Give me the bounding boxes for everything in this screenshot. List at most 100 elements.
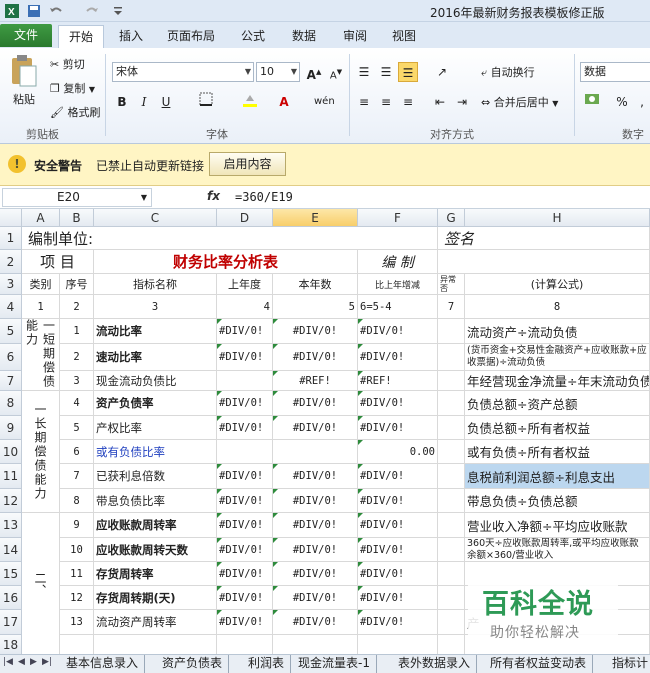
cell-change[interactable]: #DIV/0! xyxy=(358,586,438,610)
font-name-combo[interactable]: 宋体 ▼ xyxy=(112,62,254,82)
cell-indicator-name[interactable]: 流动比率 xyxy=(94,319,217,344)
cell-change[interactable]: #DIV/0! xyxy=(358,489,438,513)
cell-change[interactable]: #DIV/0! xyxy=(358,416,438,440)
sheet-tab[interactable]: 所有者权益变动表 xyxy=(484,655,594,673)
cell-prior-year[interactable]: #DIV/0! xyxy=(217,586,273,610)
borders-icon[interactable] xyxy=(196,92,216,112)
row-header-9[interactable]: 9 xyxy=(0,416,22,440)
cell-seq[interactable]: 13 xyxy=(60,610,94,635)
row-header-14[interactable]: 14 xyxy=(0,538,22,562)
cell-current-year[interactable] xyxy=(273,635,358,654)
row-header-6[interactable]: 6 xyxy=(0,344,22,371)
cell-a2[interactable]: 项 目 xyxy=(22,250,94,274)
category-operating[interactable]: 二、 xyxy=(22,513,60,654)
comma-style-icon[interactable]: , xyxy=(632,92,650,112)
cell-change[interactable]: 0.00 xyxy=(358,440,438,464)
cell-change[interactable]: #DIV/0! xyxy=(358,391,438,416)
row-header-12[interactable]: 12 xyxy=(0,489,22,513)
column-header-e[interactable]: E xyxy=(273,209,358,227)
cell-seq[interactable]: 11 xyxy=(60,562,94,586)
cell-seq[interactable] xyxy=(60,635,94,654)
cell-current-year[interactable]: #DIV/0! xyxy=(273,538,358,562)
cell-abnormal[interactable] xyxy=(438,538,465,562)
cell-formula-text[interactable]: 带息负债÷负债总额 xyxy=(465,489,650,513)
save-icon[interactable] xyxy=(26,3,42,19)
cell-indicator-name[interactable]: 存货周转期(天) xyxy=(94,586,217,610)
cell-change[interactable]: #DIV/0! xyxy=(358,562,438,586)
cell-seq[interactable]: 8 xyxy=(60,489,94,513)
cell-f2[interactable]: 编 制 xyxy=(358,250,438,274)
copy-button[interactable]: ❐ 复制 ▼ xyxy=(50,80,95,96)
tab-home[interactable]: 开始 xyxy=(58,25,104,48)
cell-current-year[interactable]: #DIV/0! xyxy=(273,489,358,513)
percent-style-icon[interactable]: % xyxy=(612,92,632,112)
tab-data[interactable]: 数据 xyxy=(283,25,325,48)
cell-seq[interactable]: 7 xyxy=(60,464,94,489)
cell-current-year[interactable]: #DIV/0! xyxy=(273,391,358,416)
paste-button[interactable]: 粘贴 xyxy=(8,54,40,114)
cell-formula-text[interactable]: 营业收入净额÷平均应收账款 xyxy=(465,513,650,538)
enable-content-button[interactable]: 启用内容 xyxy=(209,152,286,176)
cut-button[interactable]: ✂ 剪切 xyxy=(50,56,85,72)
cell-c2[interactable]: 财务比率分析表 xyxy=(94,250,358,274)
cell-seq[interactable]: 12 xyxy=(60,586,94,610)
cell-current-year[interactable] xyxy=(273,440,358,464)
cell-change[interactable]: #DIV/0! xyxy=(358,538,438,562)
cell-abnormal[interactable] xyxy=(438,416,465,440)
cell-current-year[interactable]: #DIV/0! xyxy=(273,513,358,538)
cell-formula-text[interactable]: 360天÷应收账款周转率,或平均应收账款余额×360/营业收入 xyxy=(465,538,650,562)
cell-g1[interactable]: 签名 xyxy=(438,227,650,250)
excel-app-icon[interactable]: X xyxy=(4,3,20,19)
cell-seq[interactable]: 1 xyxy=(60,319,94,344)
cell-seq[interactable]: 3 xyxy=(60,371,94,391)
cell-prior-year[interactable] xyxy=(217,371,273,391)
cell-indicator-name[interactable]: 存货周转率 xyxy=(94,562,217,586)
cell-f3[interactable]: 比上年增减 xyxy=(358,274,438,295)
first-sheet-icon[interactable]: |◀ xyxy=(3,657,13,667)
cell-change[interactable]: #REF! xyxy=(358,371,438,391)
cell-prior-year[interactable]: #DIV/0! xyxy=(217,391,273,416)
align-right-icon[interactable]: ≡ xyxy=(398,92,418,112)
underline-button[interactable]: U xyxy=(156,92,176,112)
cell-indicator-name[interactable] xyxy=(94,635,217,654)
cell-change[interactable]: #DIV/0! xyxy=(358,610,438,635)
tab-view[interactable]: 视图 xyxy=(383,25,425,48)
cell-prior-year[interactable]: #DIV/0! xyxy=(217,416,273,440)
increase-indent-icon[interactable]: ⇥ xyxy=(452,92,472,112)
cell-e3[interactable]: 本年数 xyxy=(273,274,358,295)
cell-formula-text[interactable]: (货币资金+交易性金融资产+应收账款+应收票据)÷流动负债 xyxy=(465,344,650,371)
align-center-icon[interactable]: ≡ xyxy=(376,92,396,112)
cell-abnormal[interactable] xyxy=(438,562,465,586)
customize-qat-icon[interactable] xyxy=(112,3,128,19)
cell-formula-text[interactable]: 流动资产÷流动负债 xyxy=(465,319,650,344)
cell-prior-year[interactable]: #DIV/0! xyxy=(217,513,273,538)
grow-font-icon[interactable]: A▲ xyxy=(304,62,324,82)
cell-indicator-name[interactable]: 现金流动负债比 xyxy=(94,371,217,391)
cell-change[interactable]: #DIV/0! xyxy=(358,319,438,344)
cell-formula-text[interactable]: 负债总额÷资产总额 xyxy=(465,391,650,416)
row-header-17[interactable]: 17 xyxy=(0,610,22,635)
cell-prior-year[interactable]: #DIV/0! xyxy=(217,610,273,635)
cell-prior-year[interactable]: #DIV/0! xyxy=(217,319,273,344)
row-header-11[interactable]: 11 xyxy=(0,464,22,489)
row-header-15[interactable]: 15 xyxy=(0,562,22,586)
row-header-10[interactable]: 10 xyxy=(0,440,22,464)
cell-indicator-name[interactable]: 或有负债比率 xyxy=(94,440,217,464)
cell-g4[interactable]: 7 xyxy=(438,295,465,319)
sheet-tab[interactable]: 利润表 xyxy=(242,655,292,673)
cell-prior-year[interactable]: #DIV/0! xyxy=(217,489,273,513)
cell-abnormal[interactable] xyxy=(438,391,465,416)
column-header-d[interactable]: D xyxy=(217,209,273,227)
decrease-indent-icon[interactable]: ⇤ xyxy=(430,92,450,112)
cell-change[interactable]: #DIV/0! xyxy=(358,464,438,489)
tab-page-layout[interactable]: 页面布局 xyxy=(160,25,222,48)
cell-seq[interactable]: 4 xyxy=(60,391,94,416)
cell-abnormal[interactable] xyxy=(438,344,465,371)
cell-e4[interactable]: 5 xyxy=(273,295,358,319)
cell-prior-year[interactable]: #DIV/0! xyxy=(217,464,273,489)
cell-d3[interactable]: 上年度 xyxy=(217,274,273,295)
sheet-tab[interactable]: 基本信息录入 xyxy=(60,655,146,673)
cell-current-year[interactable]: #DIV/0! xyxy=(273,464,358,489)
column-header-a[interactable]: A xyxy=(22,209,60,227)
tab-formulas[interactable]: 公式 xyxy=(232,25,274,48)
